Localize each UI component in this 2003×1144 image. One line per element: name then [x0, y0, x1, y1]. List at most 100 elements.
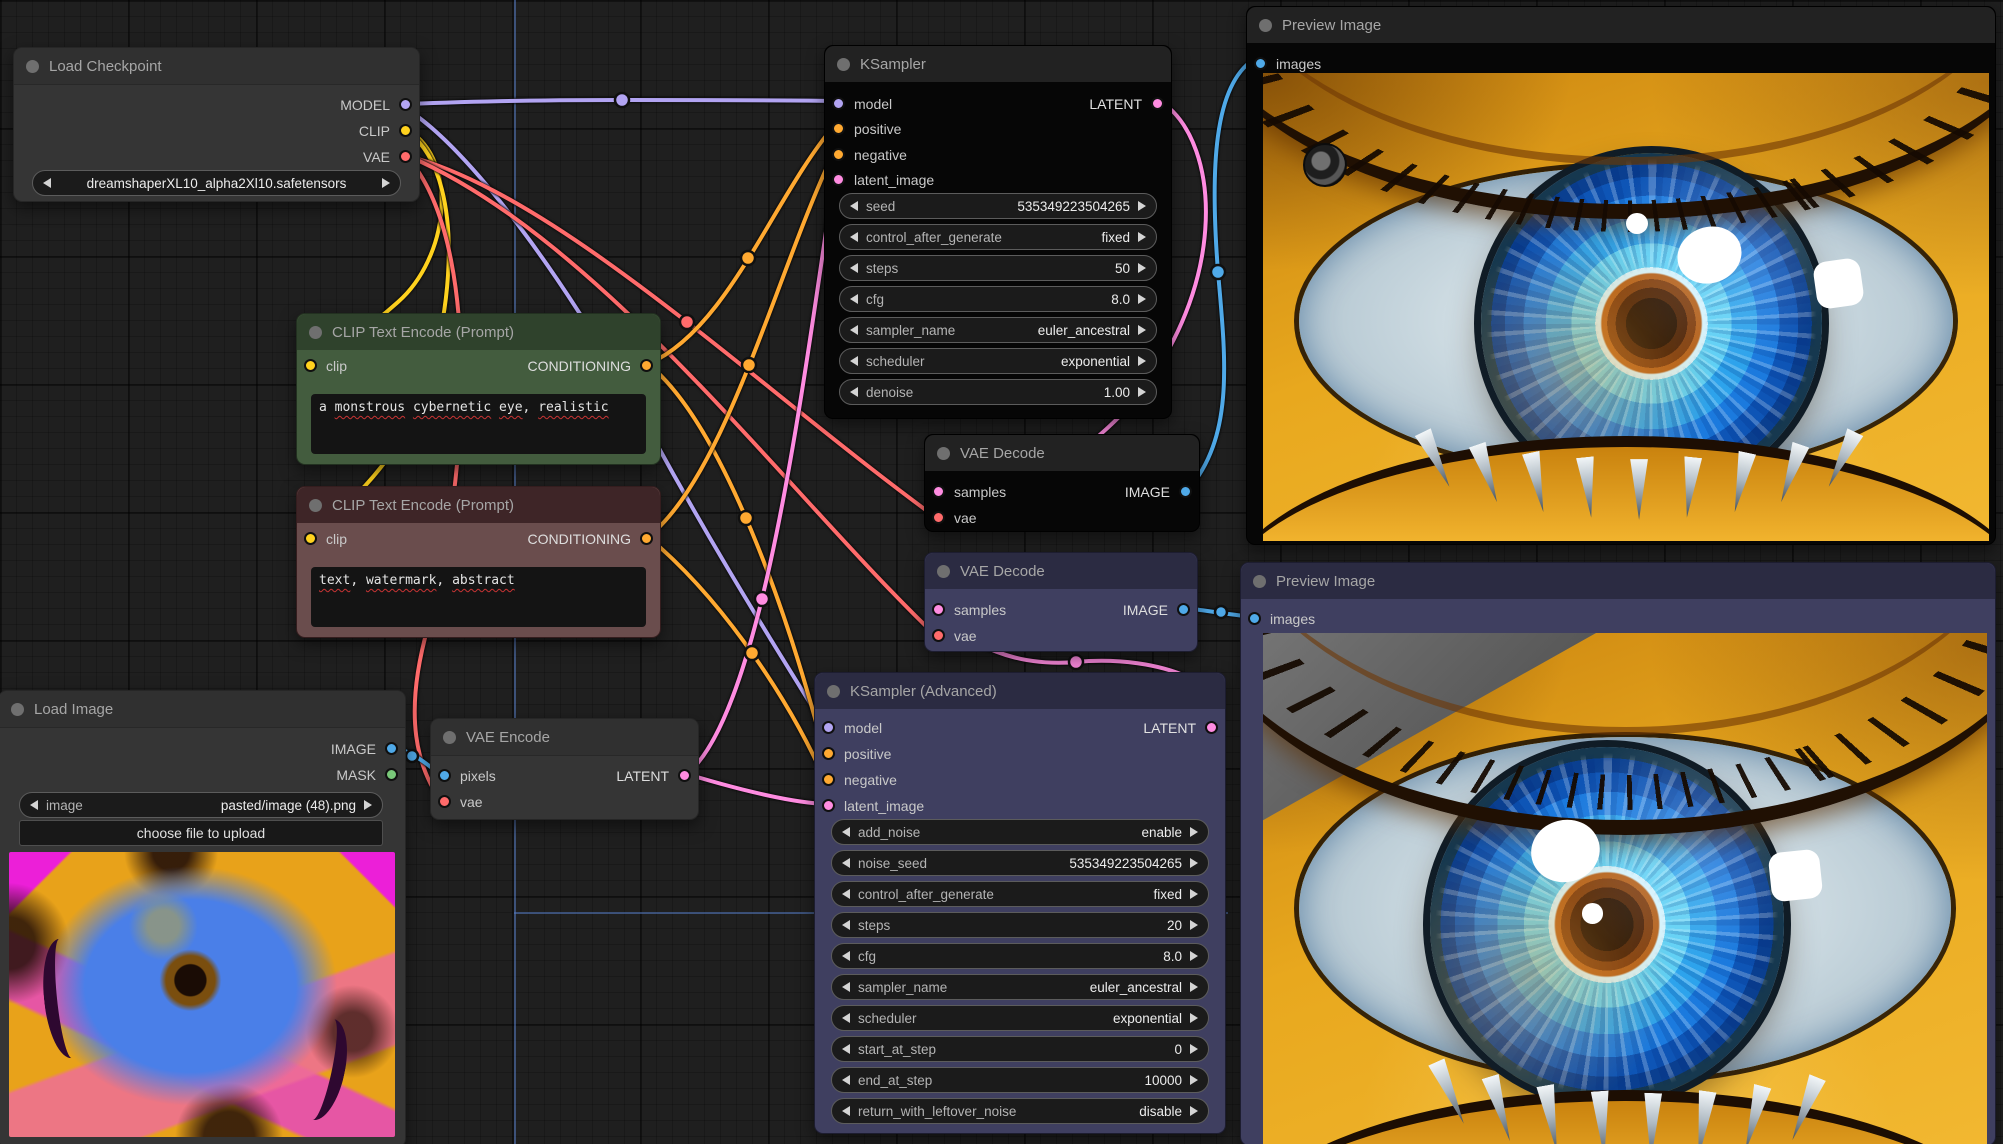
decrease-arrow-icon[interactable]: [842, 1044, 850, 1054]
output-socket-model[interactable]: [399, 98, 412, 111]
widget-cfg[interactable]: cfg8.0: [839, 286, 1157, 312]
input-socket-positive[interactable]: [832, 122, 845, 135]
node-titlebar[interactable]: VAE Encode: [431, 719, 698, 756]
node-preview-image-2[interactable]: Preview Image images: [1240, 562, 1996, 1144]
output-socket-conditioning[interactable]: [640, 359, 653, 372]
node-clip-text-encode-negative[interactable]: CLIP Text Encode (Prompt) clip CONDITION…: [296, 486, 661, 638]
reroute-dot[interactable]: [1215, 606, 1227, 618]
decrease-arrow-icon[interactable]: [850, 356, 858, 366]
decrease-arrow-icon[interactable]: [842, 889, 850, 899]
increase-arrow-icon[interactable]: [1190, 951, 1198, 961]
collapse-dot-icon[interactable]: [1259, 19, 1272, 32]
increase-arrow-icon[interactable]: [1190, 1044, 1198, 1054]
collapse-dot-icon[interactable]: [837, 58, 850, 71]
decrease-arrow-icon[interactable]: [850, 232, 858, 242]
reroute-dot[interactable]: [1069, 655, 1083, 669]
node-titlebar[interactable]: Preview Image: [1241, 563, 1995, 599]
node-titlebar[interactable]: CLIP Text Encode (Prompt): [297, 314, 660, 350]
node-preview-image-1[interactable]: Preview Image images: [1246, 6, 1996, 545]
widget-cfg[interactable]: cfg8.0: [831, 943, 1209, 969]
increase-arrow-icon[interactable]: [1190, 982, 1198, 992]
node-titlebar[interactable]: Preview Image: [1247, 7, 1995, 43]
reroute-dot[interactable]: [615, 93, 629, 107]
next-arrow-icon[interactable]: [364, 800, 372, 810]
widget-return-with-leftover-noise[interactable]: return_with_leftover_noisedisable: [831, 1098, 1209, 1124]
input-socket-vae[interactable]: [932, 629, 945, 642]
input-socket-samples[interactable]: [932, 603, 945, 616]
widget-start-at-step[interactable]: start_at_step0: [831, 1036, 1209, 1062]
increase-arrow-icon[interactable]: [1190, 920, 1198, 930]
output-socket-mask[interactable]: [385, 768, 398, 781]
increase-arrow-icon[interactable]: [1190, 889, 1198, 899]
widget-scheduler[interactable]: schedulerexponential: [831, 1005, 1209, 1031]
widget-denoise[interactable]: denoise1.00: [839, 379, 1157, 405]
input-socket-negative[interactable]: [832, 148, 845, 161]
widget-scheduler[interactable]: schedulerexponential: [839, 348, 1157, 374]
decrease-arrow-icon[interactable]: [842, 951, 850, 961]
node-vae-decode-1[interactable]: VAE Decode samples IMAGE vae: [924, 434, 1200, 532]
input-socket-positive[interactable]: [822, 747, 835, 760]
widget-add-noise[interactable]: add_noiseenable: [831, 819, 1209, 845]
prompt-textarea[interactable]: a monstrous cybernetic eye, realistic: [311, 394, 646, 454]
prev-arrow-icon[interactable]: [30, 800, 38, 810]
input-socket-vae[interactable]: [932, 511, 945, 524]
increase-arrow-icon[interactable]: [1190, 858, 1198, 868]
node-vae-encode[interactable]: VAE Encode pixels LATENT vae: [430, 718, 699, 820]
prev-arrow-icon[interactable]: [43, 178, 51, 188]
increase-arrow-icon[interactable]: [1138, 263, 1146, 273]
prompt-textarea[interactable]: text, watermark, abstract: [311, 567, 646, 627]
input-socket-clip[interactable]: [304, 359, 317, 372]
input-socket-model[interactable]: [822, 721, 835, 734]
decrease-arrow-icon[interactable]: [850, 263, 858, 273]
decrease-arrow-icon[interactable]: [850, 201, 858, 211]
increase-arrow-icon[interactable]: [1138, 294, 1146, 304]
output-socket-image[interactable]: [1177, 603, 1190, 616]
increase-arrow-icon[interactable]: [1138, 232, 1146, 242]
reroute-dot[interactable]: [741, 251, 755, 265]
collapse-dot-icon[interactable]: [11, 703, 24, 716]
output-socket-conditioning[interactable]: [640, 532, 653, 545]
input-socket-model[interactable]: [832, 97, 845, 110]
reroute-dot[interactable]: [745, 646, 759, 660]
input-socket-clip[interactable]: [304, 532, 317, 545]
reroute-dot[interactable]: [406, 750, 418, 762]
input-socket-images[interactable]: [1254, 57, 1267, 70]
reroute-dot[interactable]: [680, 315, 694, 329]
choose-file-button[interactable]: choose file to upload: [19, 820, 383, 846]
output-socket-image[interactable]: [1179, 485, 1192, 498]
node-titlebar[interactable]: Load Image: [0, 691, 405, 728]
decrease-arrow-icon[interactable]: [850, 325, 858, 335]
node-load-image[interactable]: Load Image IMAGE MASK image pasted/image…: [0, 690, 406, 1144]
widget-end-at-step[interactable]: end_at_step10000: [831, 1067, 1209, 1093]
collapse-dot-icon[interactable]: [937, 447, 950, 460]
input-socket-negative[interactable]: [822, 773, 835, 786]
increase-arrow-icon[interactable]: [1190, 1013, 1198, 1023]
increase-arrow-icon[interactable]: [1138, 201, 1146, 211]
input-socket-samples[interactable]: [932, 485, 945, 498]
increase-arrow-icon[interactable]: [1138, 356, 1146, 366]
increase-arrow-icon[interactable]: [1190, 1075, 1198, 1085]
widget-steps[interactable]: steps20: [831, 912, 1209, 938]
increase-arrow-icon[interactable]: [1190, 827, 1198, 837]
decrease-arrow-icon[interactable]: [850, 387, 858, 397]
reroute-dot[interactable]: [755, 592, 769, 606]
output-socket-latent[interactable]: [1205, 721, 1218, 734]
decrease-arrow-icon[interactable]: [842, 858, 850, 868]
node-titlebar[interactable]: VAE Decode: [925, 435, 1199, 471]
node-ksampler-advanced[interactable]: KSampler (Advanced) model LATENT positiv…: [814, 672, 1226, 1134]
collapse-dot-icon[interactable]: [309, 326, 322, 339]
widget-seed[interactable]: seed535349223504265: [839, 193, 1157, 219]
collapse-dot-icon[interactable]: [26, 60, 39, 73]
next-arrow-icon[interactable]: [382, 178, 390, 188]
increase-arrow-icon[interactable]: [1138, 325, 1146, 335]
widget-steps[interactable]: steps50: [839, 255, 1157, 281]
collapse-dot-icon[interactable]: [937, 565, 950, 578]
widget-ckpt-name[interactable]: dreamshaperXL10_alpha2Xl10.safetensors: [32, 170, 401, 196]
node-titlebar[interactable]: CLIP Text Encode (Prompt): [297, 487, 660, 523]
input-socket-latent-image[interactable]: [832, 173, 845, 186]
decrease-arrow-icon[interactable]: [842, 827, 850, 837]
input-socket-vae[interactable]: [438, 795, 451, 808]
collapse-dot-icon[interactable]: [443, 731, 456, 744]
comfyui-canvas[interactable]: Load Checkpoint MODEL CLIP VAE dreamshap…: [0, 0, 2003, 1144]
output-socket-vae[interactable]: [399, 150, 412, 163]
